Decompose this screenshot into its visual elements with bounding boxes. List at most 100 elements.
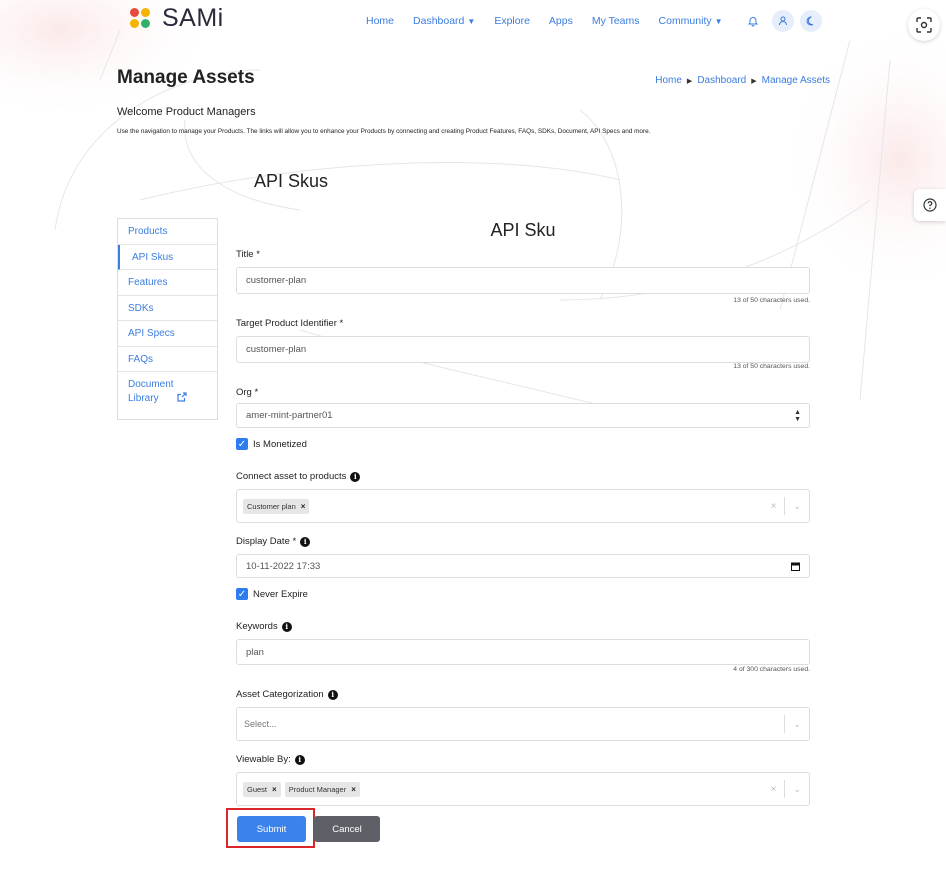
target-counter: 13 of 50 characters used. [733, 363, 810, 370]
info-icon[interactable]: i [294, 754, 305, 765]
nav-community[interactable]: Community ▼ [659, 15, 723, 27]
remove-chip-icon[interactable]: × [301, 502, 306, 511]
nav-dashboard[interactable]: Dashboard ▼ [413, 15, 475, 27]
display-date-label: Display Date * i [236, 536, 311, 547]
viewable-by-select[interactable]: Guest × Product Manager × × ⌄ [236, 772, 810, 806]
logo-text: SAMi [162, 4, 224, 32]
org-select-value: amer-mint-partner01 [246, 410, 333, 421]
select-controls: × ⌄ [763, 773, 809, 805]
sidebar-item-faqs[interactable]: FAQs [118, 347, 217, 372]
sidebar-item-api-skus[interactable]: API Skus [118, 244, 217, 270]
nav-dashboard-label: Dashboard [413, 15, 465, 27]
nav-apps[interactable]: Apps [549, 15, 573, 27]
asset-categorization-placeholder: Select... [244, 719, 277, 729]
target-product-identifier-input[interactable]: customer-plan [236, 336, 810, 363]
chip-label: Product Manager [288, 784, 347, 794]
page-title: Manage Assets [117, 67, 255, 88]
title-input[interactable]: customer-plan [236, 267, 810, 294]
viewable-by-label: Viewable By: i [236, 754, 305, 765]
external-link-icon [177, 392, 187, 402]
chevron-down-icon: ▼ [467, 16, 476, 26]
user-icon[interactable] [771, 10, 794, 32]
checkmark-icon: ✓ [236, 588, 248, 600]
connect-products-label-text: Connect asset to products [236, 471, 347, 482]
keywords-counter: 4 of 300 characters used. [733, 666, 810, 673]
nav-community-label: Community [658, 15, 712, 27]
bell-icon[interactable] [742, 10, 764, 32]
chevron-down-icon[interactable]: ⌄ [785, 501, 809, 512]
section-title: API Skus [254, 171, 329, 191]
asset-categorization-label-text: Asset Categorization [236, 689, 324, 700]
sidebar-item-document-library[interactable]: Document Library [118, 372, 217, 419]
title-label: Title * [236, 249, 260, 260]
help-icon[interactable] [914, 189, 946, 221]
nav-explore[interactable]: Explore [494, 15, 530, 27]
connect-products-select[interactable]: Customer plan × × ⌄ [236, 489, 810, 523]
chip-label: Customer plan [247, 501, 296, 511]
chip-product-manager: Product Manager × [284, 781, 360, 797]
sami-logo-icon [130, 7, 152, 30]
target-input-value: customer-plan [246, 344, 307, 355]
nav-explore-label: Explore [494, 15, 530, 27]
display-date-input[interactable]: 10-11-2022 17:33 [236, 554, 810, 578]
nav-apps-label: Apps [548, 15, 573, 27]
top-nav: Home Dashboard ▼ Explore Apps My Teams Co… [366, 10, 828, 32]
asset-categorization-label: Asset Categorization i [236, 689, 338, 700]
nav-home-label: Home [366, 15, 395, 27]
info-icon[interactable]: i [300, 536, 311, 547]
display-date-value: 10-11-2022 17:33 [246, 560, 321, 572]
sidebar: Products API Skus Features SDKs API Spec… [117, 218, 218, 420]
sidebar-item-products[interactable]: Products [118, 219, 217, 245]
nav-home[interactable]: Home [366, 15, 394, 27]
sidebar-item-api-specs[interactable]: API Specs [118, 321, 217, 347]
breadcrumb-home[interactable]: Home [655, 75, 682, 86]
page-description: Use the navigation to manage your Produc… [117, 128, 651, 135]
keywords-label: Keywords i [236, 621, 292, 632]
keywords-value: plan [246, 646, 264, 658]
org-select[interactable]: amer-mint-partner01 ▲ ▼ [236, 403, 810, 428]
info-icon[interactable]: i [327, 689, 338, 700]
sidebar-item-features[interactable]: Features [118, 270, 217, 296]
target-label: Target Product Identifier * [236, 318, 344, 329]
select-arrows-icon: ▲ ▼ [794, 408, 801, 423]
moon-icon[interactable] [799, 10, 822, 32]
select-controls: × ⌄ [763, 490, 809, 522]
nav-my-teams-label: My Teams [591, 15, 640, 27]
remove-chip-icon[interactable]: × [272, 785, 277, 794]
breadcrumb-manage-assets[interactable]: Manage Assets [762, 75, 830, 86]
title-input-value: customer-plan [246, 275, 307, 286]
clear-icon[interactable]: × [763, 501, 785, 512]
keywords-label-text: Keywords [236, 621, 278, 632]
info-icon[interactable]: i [281, 621, 292, 632]
info-icon[interactable]: i [350, 471, 361, 482]
submit-button[interactable]: Submit [237, 816, 306, 842]
nav-my-teams[interactable]: My Teams [592, 15, 640, 27]
chevron-down-icon[interactable]: ⌄ [785, 719, 809, 730]
never-expire-checkbox[interactable]: ✓ Never Expire [236, 588, 308, 600]
breadcrumb-separator-icon: ▶ [686, 77, 693, 85]
chevron-down-icon[interactable]: ⌄ [785, 784, 809, 795]
breadcrumb: Home ▶ Dashboard ▶ Manage Assets [655, 75, 830, 86]
chevron-down-icon: ▼ [714, 16, 723, 26]
breadcrumb-dashboard[interactable]: Dashboard [697, 75, 746, 86]
display-date-label-text: Display Date * [236, 536, 297, 547]
keywords-input[interactable]: plan [236, 639, 810, 665]
is-monetized-checkbox[interactable]: ✓ Is Monetized [236, 438, 307, 450]
logo[interactable]: SAMi [130, 4, 224, 33]
connect-products-label: Connect asset to products i [236, 471, 361, 482]
calendar-icon[interactable] [791, 562, 800, 571]
screenshot-capture-icon[interactable] [908, 9, 940, 41]
sidebar-item-sdks[interactable]: SDKs [118, 296, 217, 321]
org-label: Org * [236, 387, 259, 398]
welcome-text: Welcome Product Managers [117, 106, 256, 118]
checkmark-icon: ✓ [236, 438, 248, 450]
title-counter: 13 of 50 characters used. [733, 297, 810, 304]
form-title: API Sku [490, 220, 556, 240]
remove-chip-icon[interactable]: × [351, 785, 356, 794]
cancel-button[interactable]: Cancel [314, 816, 380, 842]
clear-icon[interactable]: × [763, 784, 785, 795]
is-monetized-label: Is Monetized [253, 438, 307, 450]
never-expire-label: Never Expire [253, 588, 308, 600]
asset-categorization-select[interactable]: Select... ⌄ [236, 707, 810, 741]
chip-label: Guest [247, 784, 268, 794]
